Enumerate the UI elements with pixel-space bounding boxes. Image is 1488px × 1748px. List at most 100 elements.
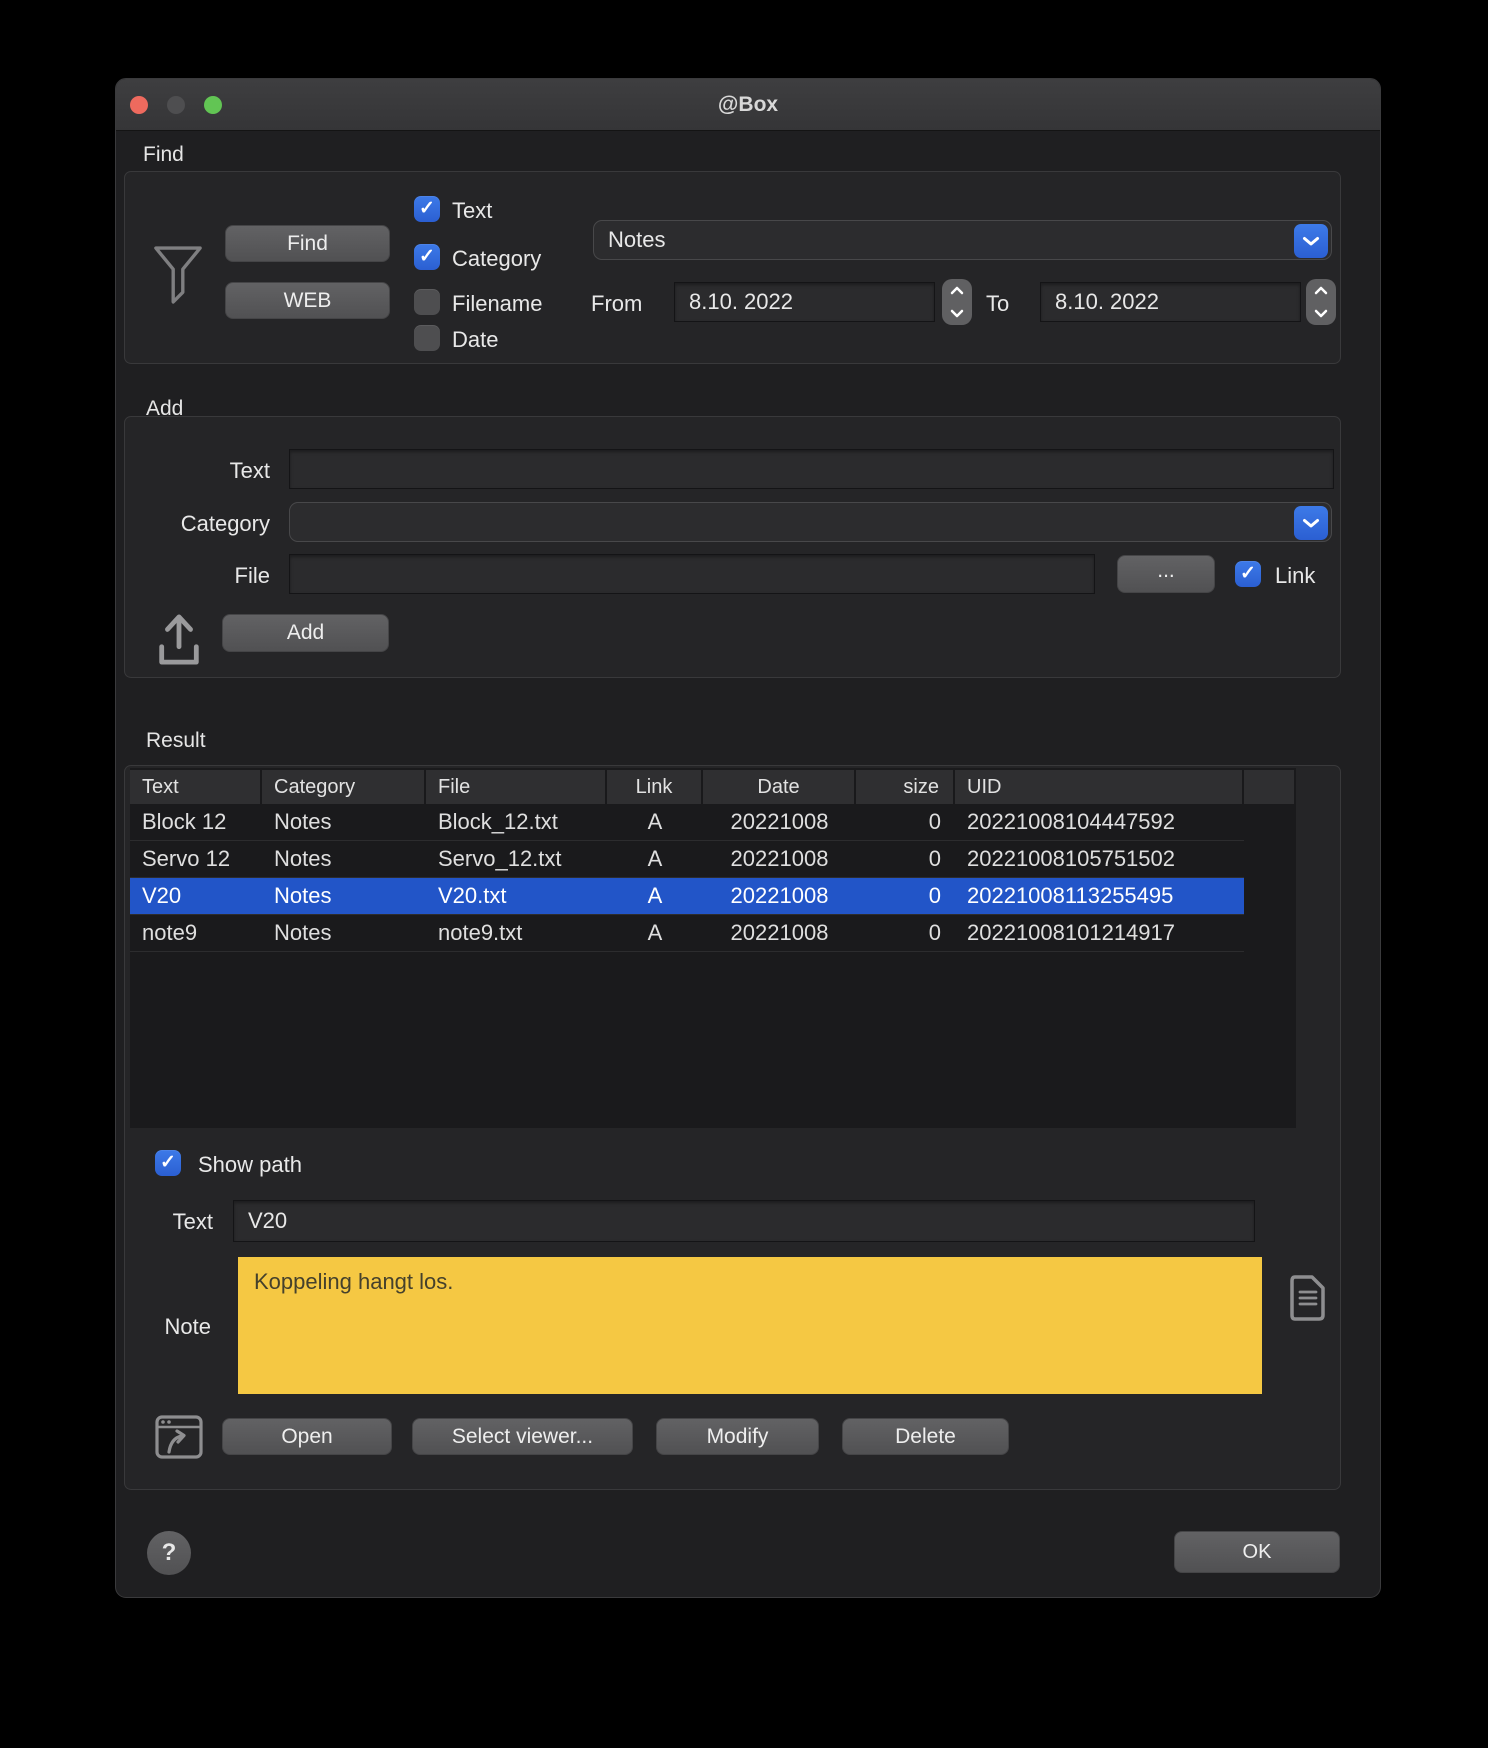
- add-category-select[interactable]: [289, 502, 1332, 542]
- cell-link: A: [607, 878, 703, 914]
- browse-button[interactable]: ...: [1117, 555, 1215, 593]
- cell-size: 0: [856, 915, 955, 951]
- window-title: @Box: [116, 79, 1380, 131]
- cell-category: Notes: [262, 915, 426, 951]
- category-select[interactable]: Notes: [593, 220, 1332, 260]
- cell-size: 0: [856, 804, 955, 840]
- cell-size: 0: [856, 878, 955, 914]
- result-group-box: Text Category File Link Date size UID Bl…: [124, 765, 1341, 1490]
- column-header-link[interactable]: Link: [607, 770, 703, 804]
- cell-file: Block_12.txt: [426, 804, 607, 840]
- chevron-down-icon[interactable]: [1294, 224, 1328, 258]
- open-button[interactable]: Open: [222, 1418, 392, 1455]
- cell-link: A: [607, 804, 703, 840]
- filename-checkbox[interactable]: [414, 289, 440, 315]
- column-header-extra[interactable]: [1244, 770, 1294, 804]
- from-date-stepper[interactable]: [942, 279, 972, 325]
- result-text-field[interactable]: [233, 1200, 1255, 1242]
- add-file-label: File: [125, 563, 270, 589]
- from-date-field[interactable]: [674, 282, 935, 322]
- check-icon: ✓: [414, 196, 440, 222]
- help-button[interactable]: ?: [147, 1531, 191, 1575]
- add-category-label: Category: [125, 511, 270, 537]
- category-select-value: Notes: [608, 221, 665, 259]
- show-path-checkbox[interactable]: ✓: [155, 1150, 181, 1176]
- chevron-up-icon: [1314, 286, 1328, 295]
- to-label: To: [986, 291, 1009, 317]
- date-checkbox-label: Date: [452, 327, 498, 353]
- cell-text: Block 12: [130, 804, 262, 840]
- document-icon: [1288, 1273, 1328, 1323]
- find-section-label: Find: [143, 143, 184, 167]
- to-date-stepper[interactable]: [1306, 279, 1336, 325]
- cell-file: Servo_12.txt: [426, 841, 607, 877]
- find-group-box: Find WEB ✓ Text ✓ Category Filename Date…: [124, 171, 1341, 364]
- cell-uid: 20221008104447592: [955, 804, 1244, 840]
- text-checkbox[interactable]: ✓: [414, 196, 440, 222]
- chevron-up-icon: [950, 286, 964, 295]
- chevron-down-icon: [950, 309, 964, 318]
- add-group-box: Text Category File ... ✓ Link Add: [124, 416, 1341, 678]
- column-header-uid[interactable]: UID: [955, 770, 1244, 804]
- table-row[interactable]: Block 12 Notes Block_12.txt A 20221008 0…: [130, 804, 1244, 841]
- open-window-icon: [154, 1414, 204, 1460]
- chevron-down-icon: [1314, 309, 1328, 318]
- table-header: Text Category File Link Date size UID: [130, 768, 1296, 804]
- note-label: Note: [125, 1314, 211, 1340]
- modify-button[interactable]: Modify: [656, 1418, 819, 1455]
- show-path-label: Show path: [198, 1152, 302, 1178]
- link-checkbox[interactable]: ✓: [1235, 561, 1261, 587]
- cell-size: 0: [856, 841, 955, 877]
- add-file-input[interactable]: [289, 554, 1095, 594]
- category-checkbox[interactable]: ✓: [414, 244, 440, 270]
- check-icon: ✓: [414, 244, 440, 270]
- title-bar[interactable]: @Box: [116, 79, 1380, 131]
- column-header-date[interactable]: Date: [703, 770, 856, 804]
- ok-button[interactable]: OK: [1174, 1531, 1340, 1573]
- column-header-text[interactable]: Text: [130, 770, 262, 804]
- add-button[interactable]: Add: [222, 614, 389, 652]
- column-header-category[interactable]: Category: [262, 770, 426, 804]
- cell-link: A: [607, 841, 703, 877]
- chevron-down-icon[interactable]: [1294, 506, 1328, 540]
- cell-date: 20221008: [703, 915, 856, 951]
- column-header-file[interactable]: File: [426, 770, 607, 804]
- cell-date: 20221008: [703, 841, 856, 877]
- date-checkbox[interactable]: [414, 325, 440, 351]
- cell-date: 20221008: [703, 878, 856, 914]
- check-icon: ✓: [1235, 561, 1261, 587]
- result-text-label: Text: [125, 1209, 213, 1235]
- table-row[interactable]: note9 Notes note9.txt A 20221008 0 20221…: [130, 915, 1244, 952]
- filename-checkbox-label: Filename: [452, 291, 542, 317]
- to-date-field[interactable]: [1040, 282, 1301, 322]
- web-button[interactable]: WEB: [225, 282, 390, 319]
- select-viewer-button[interactable]: Select viewer...: [412, 1418, 633, 1455]
- cell-uid: 20221008113255495: [955, 878, 1244, 914]
- cell-file: V20.txt: [426, 878, 607, 914]
- cell-uid: 20221008105751502: [955, 841, 1244, 877]
- from-label: From: [591, 291, 642, 317]
- check-icon: ✓: [155, 1150, 181, 1176]
- cell-file: note9.txt: [426, 915, 607, 951]
- dialog-window: @Box Find Find WEB ✓ Text ✓ Category Fil…: [115, 78, 1381, 1598]
- find-button[interactable]: Find: [225, 225, 390, 262]
- cell-uid: 20221008101214917: [955, 915, 1244, 951]
- add-text-input[interactable]: [289, 449, 1334, 489]
- cell-category: Notes: [262, 804, 426, 840]
- cell-date: 20221008: [703, 804, 856, 840]
- delete-button[interactable]: Delete: [842, 1418, 1009, 1455]
- result-table: Text Category File Link Date size UID Bl…: [130, 768, 1296, 1128]
- upload-icon: [154, 612, 204, 668]
- cell-text: note9: [130, 915, 262, 951]
- table-row[interactable]: Servo 12 Notes Servo_12.txt A 20221008 0…: [130, 841, 1244, 878]
- result-section-label: Result: [146, 729, 206, 753]
- cell-text: Servo 12: [130, 841, 262, 877]
- add-text-label: Text: [125, 458, 270, 484]
- cell-category: Notes: [262, 841, 426, 877]
- table-row-selected[interactable]: V20 Notes V20.txt A 20221008 0 202210081…: [130, 878, 1244, 915]
- note-textarea[interactable]: Koppeling hangt los.: [238, 1257, 1262, 1394]
- category-checkbox-label: Category: [452, 246, 541, 272]
- column-header-size[interactable]: size: [856, 770, 955, 804]
- cell-category: Notes: [262, 878, 426, 914]
- text-checkbox-label: Text: [452, 198, 492, 224]
